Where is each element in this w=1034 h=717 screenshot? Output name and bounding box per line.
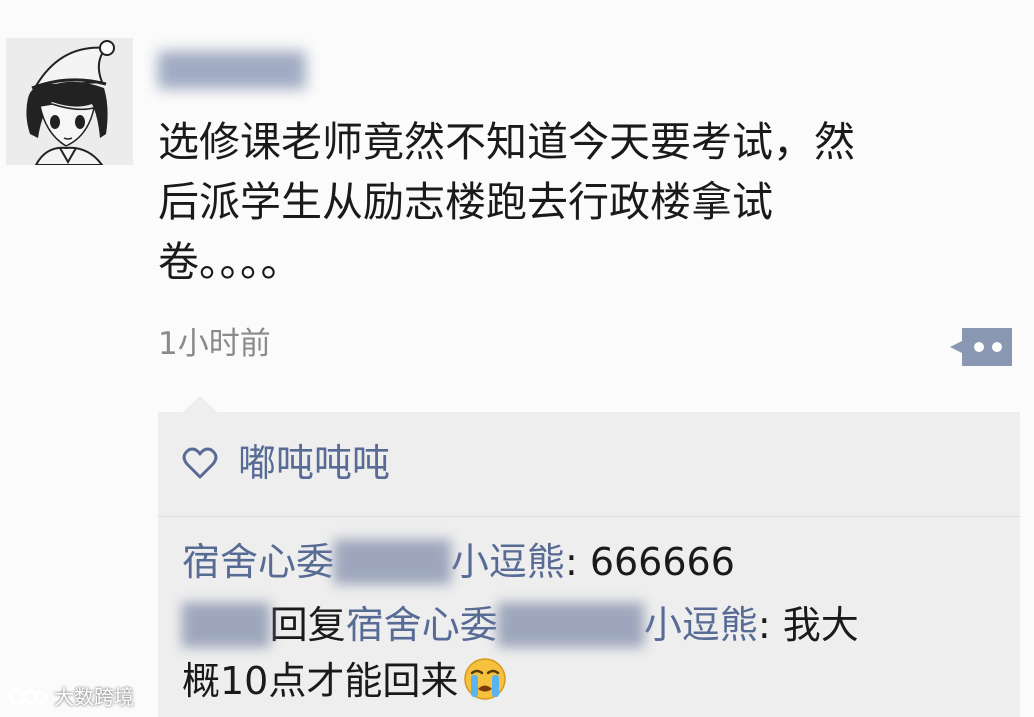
reply-to-user[interactable]: 宿舍心委█████小逗熊 [346,603,758,647]
reply-text-line-1: 我大 [782,603,859,647]
comment-author-blurred: ████ [334,540,451,584]
comments-panel: 嘟吨吨吨 宿舍心委████小逗熊: 666666 ███回复宿舍心委█████小… [158,412,1020,717]
comment-more-icon [950,328,1012,366]
reply-author[interactable]: ███ [182,603,270,647]
reply-word: 回复 [269,603,346,647]
post-text-line-3: 卷。。。。 [158,238,302,286]
post-text-line-2: 后派学生从励志楼跑去行政楼拿试 [158,178,773,226]
avatar[interactable] [6,38,133,165]
watermark-text: 大数跨境 [54,685,134,709]
comment-more-button[interactable] [948,324,1014,370]
watermark: 大数跨境 [8,682,134,712]
comment-text: 666666 [589,540,735,584]
comment-item[interactable]: ███回复宿舍心委█████小逗熊: 我大概10点才能回来 [182,597,1002,709]
comment-author[interactable]: 宿舍心委████小逗熊 [182,540,565,584]
moments-post: ██████ 选修课老师竟然不知道今天要考试，然 后派学生从励志楼跑去行政楼拿试… [0,0,1034,717]
panel-arrow [182,396,218,413]
comment-author-suffix: 小逗熊 [450,540,565,584]
heart-outline-icon [182,446,218,480]
watermark-logo-icon [8,686,48,708]
comment-author-name: 宿舍心委 [182,540,335,584]
like-user-name[interactable]: 嘟吨吨吨 [238,438,390,488]
reply-author-blurred: ███ [182,603,270,647]
crying-face-emoji [462,656,508,702]
post-author-name[interactable]: ██████ [158,44,306,96]
likes-row: 嘟吨吨吨 [158,412,1020,517]
reply-text-line-2: 概10点才能回来 [182,659,459,703]
comment-item[interactable]: 宿舍心委████小逗熊: 666666 [182,534,1002,590]
avatar-drawing [6,38,133,165]
reply-to-blurred: █████ [497,603,644,647]
reply-separator: : [757,603,783,647]
comment-separator: : [564,540,590,584]
reply-to-name: 宿舍心委 [345,603,498,647]
post-time: 1小时前 [158,326,271,362]
post-text-line-1: 选修课老师竟然不知道今天要考试，然 [158,118,855,166]
reply-to-suffix: 小逗熊 [643,603,758,647]
post-text: 选修课老师竟然不知道今天要考试，然 后派学生从励志楼跑去行政楼拿试 卷。。。。 [158,112,988,292]
